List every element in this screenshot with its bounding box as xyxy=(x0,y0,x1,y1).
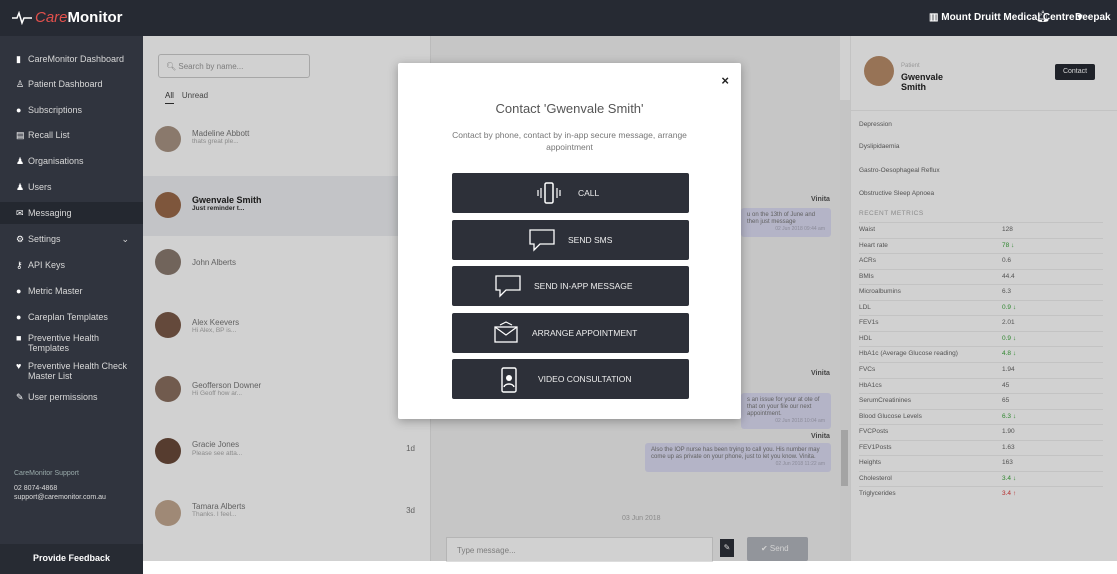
sidebar-item-organisations[interactable]: ♟ Organisations xyxy=(0,156,143,166)
call-button[interactable]: CALL xyxy=(452,173,689,213)
sidebar-item-label: Settings xyxy=(28,234,61,244)
send-sms-button[interactable]: SEND SMS xyxy=(452,220,689,260)
contact-modal: × Contact 'Gwenvale Smith' Contact by ph… xyxy=(398,63,741,419)
button-label: VIDEO CONSULTATION xyxy=(538,374,632,384)
heart-icon: ♥ xyxy=(16,361,22,371)
top-bar: CareMonitor ▥ Mount Druitt Medical Centr… xyxy=(0,0,1117,36)
sidebar-item-preventive-health-templates[interactable]: ■ Preventive Health Templates xyxy=(0,333,120,353)
sidebar-item-messaging[interactable]: ✉ Messaging xyxy=(0,202,143,224)
sidebar-item-label: CareMonitor Dashboard xyxy=(28,54,125,64)
phone-vibrate-icon xyxy=(536,181,562,211)
sidebar-item-label: Preventive Health Check Master List xyxy=(28,361,128,381)
sidebar: ▮ CareMonitor Dashboard ♙ Patient Dashboar… xyxy=(0,36,143,574)
building-icon: ▥ xyxy=(929,12,942,23)
circle-icon: ● xyxy=(16,286,22,296)
circle-icon: ● xyxy=(16,312,22,322)
support-phone: 02 8074-4868 xyxy=(14,485,58,492)
pencil-icon: ✎ xyxy=(16,392,24,402)
sidebar-item-recall-list[interactable]: ▤ Recall List xyxy=(0,130,143,140)
button-label: SEND SMS xyxy=(568,235,613,245)
sidebar-item-label: Messaging xyxy=(28,208,72,218)
sidebar-item-users[interactable]: ♟ Users xyxy=(0,182,143,192)
modal-subtitle: Contact by phone, contact by in-app secu… xyxy=(452,130,687,152)
chart-icon: ▮ xyxy=(16,54,21,64)
arrange-appointment-button[interactable]: ARRANGE APPOINTMENT xyxy=(452,313,689,353)
sidebar-item-label: Metric Master xyxy=(28,286,83,296)
sidebar-item-label: Preventive Health Templates xyxy=(28,333,100,353)
sidebar-item-label: API Keys xyxy=(28,260,66,270)
support-info: CareMonitor Support 02 8074-4868 support… xyxy=(14,469,106,502)
support-email[interactable]: support@caremonitor.com.au xyxy=(14,493,106,502)
sidebar-item-label: User permissions xyxy=(28,392,98,402)
sidebar-item-preventive-health-check[interactable]: ♥ Preventive Health Check Master List xyxy=(0,361,136,381)
close-icon[interactable]: × xyxy=(721,73,729,88)
button-label: ARRANGE APPOINTMENT xyxy=(532,328,638,338)
sidebar-item-caremonitor-dashboard[interactable]: ▮ CareMonitor Dashboard xyxy=(0,54,143,64)
sidebar-item-label: Organisations xyxy=(28,156,84,166)
circle-icon: ● xyxy=(16,105,22,115)
chat-bubble-icon xyxy=(528,228,556,258)
modal-title: Contact 'Gwenvale Smith' xyxy=(495,101,644,116)
video-phone-icon xyxy=(499,367,519,399)
message-icon: ✉ xyxy=(16,208,24,218)
bell-icon[interactable]: 🔔︎ xyxy=(1036,10,1050,23)
brand-logo[interactable]: CareMonitor xyxy=(12,9,123,26)
brand-part1: Care xyxy=(35,9,68,26)
centre-name: Mount Druitt Medical Centre xyxy=(941,12,1075,23)
sidebar-item-label: Patient Dashboard xyxy=(28,79,103,89)
sidebar-item-careplan-templates[interactable]: ● Careplan Templates xyxy=(0,312,143,322)
sidebar-item-user-permissions[interactable]: ✎ User permissions xyxy=(0,392,143,402)
sidebar-item-subscriptions[interactable]: ● Subscriptions xyxy=(0,105,143,115)
sidebar-item-patient-dashboard[interactable]: ♙ Patient Dashboard xyxy=(0,79,143,89)
org-icon: ♟ xyxy=(16,156,25,166)
chevron-down-icon: ⌄ xyxy=(121,234,129,244)
chat-bubble-icon xyxy=(494,274,522,304)
sidebar-item-api-keys[interactable]: ⚷ API Keys xyxy=(0,260,143,270)
user-menu[interactable]: Deepak xyxy=(1075,12,1111,23)
list-icon: ▤ xyxy=(16,130,25,140)
button-label: SEND IN-APP MESSAGE xyxy=(534,281,633,291)
sidebar-item-settings[interactable]: ⚙ Settings ⌄ xyxy=(0,234,143,244)
centre-selector[interactable]: ▥ Mount Druitt Medical Centre ▾ xyxy=(929,12,1082,23)
person-icon: ♙ xyxy=(16,79,25,89)
sidebar-item-label: Users xyxy=(28,182,52,192)
sidebar-item-metric-master[interactable]: ● Metric Master xyxy=(0,286,143,296)
send-in-app-message-button[interactable]: SEND IN-APP MESSAGE xyxy=(452,266,689,306)
support-title: CareMonitor Support xyxy=(14,470,79,477)
gear-icon: ⚙ xyxy=(16,234,25,244)
camera-icon: ■ xyxy=(16,333,22,343)
envelope-icon xyxy=(492,321,520,351)
sidebar-item-label: Recall List xyxy=(28,130,70,140)
provide-feedback-button[interactable]: Provide Feedback xyxy=(0,544,143,574)
brand-part2: Monitor xyxy=(67,9,123,26)
video-consultation-button[interactable]: VIDEO CONSULTATION xyxy=(452,359,689,399)
sidebar-item-label: Careplan Templates xyxy=(28,312,108,322)
button-label: CALL xyxy=(578,188,600,198)
users-icon: ♟ xyxy=(16,182,25,192)
pulse-icon xyxy=(12,11,32,26)
key-icon: ⚷ xyxy=(16,260,23,270)
sidebar-item-label: Subscriptions xyxy=(28,105,83,115)
